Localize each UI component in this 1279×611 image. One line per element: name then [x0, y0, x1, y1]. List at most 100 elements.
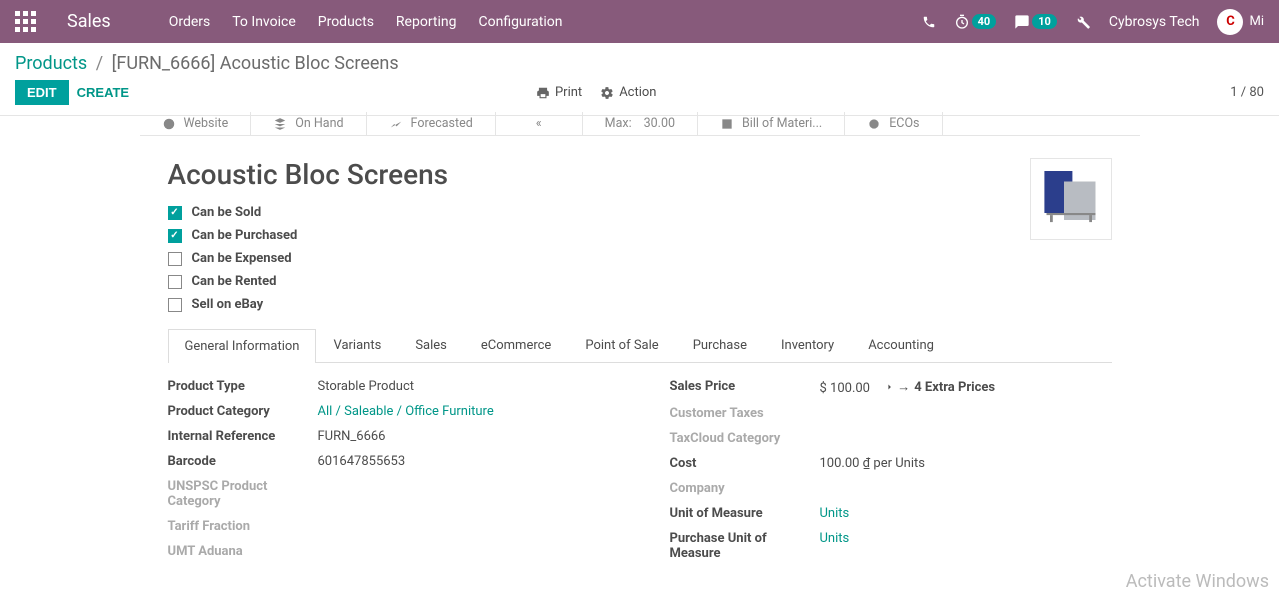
- check-item-2: Can be Expensed: [168, 251, 1112, 266]
- field-value: [318, 479, 610, 509]
- extra-prices-button[interactable]: → 4 Extra Prices: [883, 379, 995, 395]
- edit-button[interactable]: EDIT: [15, 80, 69, 105]
- uom-value[interactable]: Units: [820, 506, 1112, 521]
- form-row: Internal ReferenceFURN_6666: [168, 429, 610, 444]
- cost-value: 100.00 ₫ per Units: [820, 456, 1112, 471]
- pager[interactable]: 1 / 80: [1230, 85, 1264, 100]
- nav-menu: Orders To Invoice Products Reporting Con…: [169, 14, 563, 30]
- tab-bar: General InformationVariantsSaleseCommerc…: [168, 328, 1112, 363]
- field-label: Tariff Fraction: [168, 519, 318, 534]
- checkbox[interactable]: [168, 298, 182, 312]
- user-name[interactable]: Cybrosys Tech: [1109, 14, 1200, 30]
- apps-icon[interactable]: [15, 11, 37, 33]
- check-item-0: Can be Sold: [168, 205, 1112, 220]
- form-row: UNSPSC Product Category: [168, 479, 610, 509]
- puom-label: Purchase Unit of Measure: [670, 531, 820, 561]
- stat-max[interactable]: Max: 30.00: [583, 112, 698, 135]
- tab-general-information[interactable]: General Information: [168, 329, 317, 363]
- nav-reporting[interactable]: Reporting: [396, 14, 457, 30]
- field-value: [318, 544, 610, 559]
- breadcrumb-current: [FURN_6666] Acoustic Bloc Screens: [112, 53, 399, 74]
- field-value: FURN_6666: [318, 429, 610, 444]
- form-row: UMT Aduana: [168, 544, 610, 559]
- top-navbar: Sales Orders To Invoice Products Reporti…: [0, 0, 1279, 43]
- button-box: Website On Hand Forecasted « Max: 30.00 …: [140, 112, 1140, 136]
- avatar[interactable]: C: [1217, 9, 1243, 35]
- puom-value[interactable]: Units: [820, 531, 1112, 561]
- timer-badge: 40: [972, 14, 997, 29]
- left-column: Product TypeStorable ProductProduct Cate…: [168, 379, 610, 571]
- nav-to-invoice[interactable]: To Invoice: [232, 14, 296, 30]
- form-row: Tariff Fraction: [168, 519, 610, 534]
- checkbox[interactable]: [168, 206, 182, 220]
- checkbox-label: Can be Sold: [192, 205, 262, 220]
- tab-inventory[interactable]: Inventory: [764, 328, 851, 362]
- action-label: Action: [619, 85, 656, 100]
- app-brand[interactable]: Sales: [67, 11, 111, 32]
- customer-taxes-label: Customer Taxes: [670, 406, 820, 421]
- breadcrumb: Products / [FURN_6666] Acoustic Bloc Scr…: [15, 53, 399, 74]
- form-row: Product CategoryAll / Saleable / Office …: [168, 404, 610, 419]
- stat-forecasted[interactable]: Forecasted: [367, 112, 496, 135]
- stat-onhand[interactable]: On Hand: [251, 112, 366, 135]
- stat-plus[interactable]: «: [496, 112, 583, 135]
- checkbox-label: Can be Rented: [192, 274, 277, 289]
- form-row: Barcode601647855653: [168, 454, 610, 469]
- field-value: [318, 519, 610, 534]
- user-suffix: Mi: [1249, 14, 1264, 29]
- tab-sales[interactable]: Sales: [398, 328, 464, 362]
- taxcloud-label: TaxCloud Category: [670, 431, 820, 446]
- checkbox[interactable]: [168, 252, 182, 266]
- right-column: Sales Price $ 100.00 → 4 Extra Prices Cu…: [670, 379, 1112, 571]
- field-label: UMT Aduana: [168, 544, 318, 559]
- company-label: Company: [670, 481, 820, 496]
- settings-wrench-icon[interactable]: [1075, 14, 1091, 30]
- create-button[interactable]: CREATE: [77, 85, 129, 100]
- nav-configuration[interactable]: Configuration: [478, 14, 562, 30]
- tab-accounting[interactable]: Accounting: [851, 328, 951, 362]
- uom-label: Unit of Measure: [670, 506, 820, 521]
- print-label: Print: [555, 85, 582, 100]
- action-button[interactable]: Action: [600, 85, 656, 100]
- tab-point-of-sale[interactable]: Point of Sale: [568, 328, 675, 362]
- nav-products[interactable]: Products: [318, 14, 374, 30]
- tab-ecommerce[interactable]: eCommerce: [464, 328, 568, 362]
- sales-price-label: Sales Price: [670, 379, 820, 396]
- field-label: Internal Reference: [168, 429, 318, 444]
- field-value[interactable]: All / Saleable / Office Furniture: [318, 404, 610, 419]
- check-item-4: Sell on eBay: [168, 297, 1112, 312]
- product-image[interactable]: [1030, 158, 1112, 240]
- timer-icon[interactable]: 40: [954, 14, 997, 30]
- print-button[interactable]: Print: [536, 85, 582, 100]
- check-list: Can be Sold Can be Purchased Can be Expens…: [168, 205, 1112, 312]
- check-item-1: Can be Purchased: [168, 228, 1112, 243]
- cost-label: Cost: [670, 456, 820, 471]
- discuss-icon[interactable]: 10: [1014, 14, 1057, 30]
- tab-variants[interactable]: Variants: [316, 328, 398, 362]
- checkbox-label: Can be Purchased: [192, 228, 298, 243]
- field-value: Storable Product: [318, 379, 610, 394]
- sales-price-value: $ 100.00 → 4 Extra Prices: [820, 379, 1112, 396]
- form-row: Product TypeStorable Product: [168, 379, 610, 394]
- checkbox-label: Can be Expensed: [192, 251, 292, 266]
- form-sheet: Acoustic Bloc Screens Can be SoldCan be …: [140, 140, 1140, 611]
- field-label: Barcode: [168, 454, 318, 469]
- breadcrumb-sep: /: [96, 53, 103, 74]
- tab-purchase[interactable]: Purchase: [676, 328, 764, 362]
- product-title: Acoustic Bloc Screens: [168, 158, 1112, 191]
- phone-icon[interactable]: [922, 15, 936, 29]
- stat-website[interactable]: Website: [140, 112, 252, 135]
- stat-bom[interactable]: Bill of Materi...: [698, 112, 845, 135]
- checkbox-label: Sell on eBay: [192, 297, 264, 312]
- checkbox[interactable]: [168, 229, 182, 243]
- field-value: 601647855653: [318, 454, 610, 469]
- checkbox[interactable]: [168, 275, 182, 289]
- check-item-3: Can be Rented: [168, 274, 1112, 289]
- field-label: Product Type: [168, 379, 318, 394]
- field-label: UNSPSC Product Category: [168, 479, 318, 509]
- nav-orders[interactable]: Orders: [169, 14, 211, 30]
- discuss-badge: 10: [1032, 14, 1057, 29]
- stat-ecos[interactable]: ECOs: [845, 112, 942, 135]
- breadcrumb-root[interactable]: Products: [15, 53, 87, 74]
- field-label: Product Category: [168, 404, 318, 419]
